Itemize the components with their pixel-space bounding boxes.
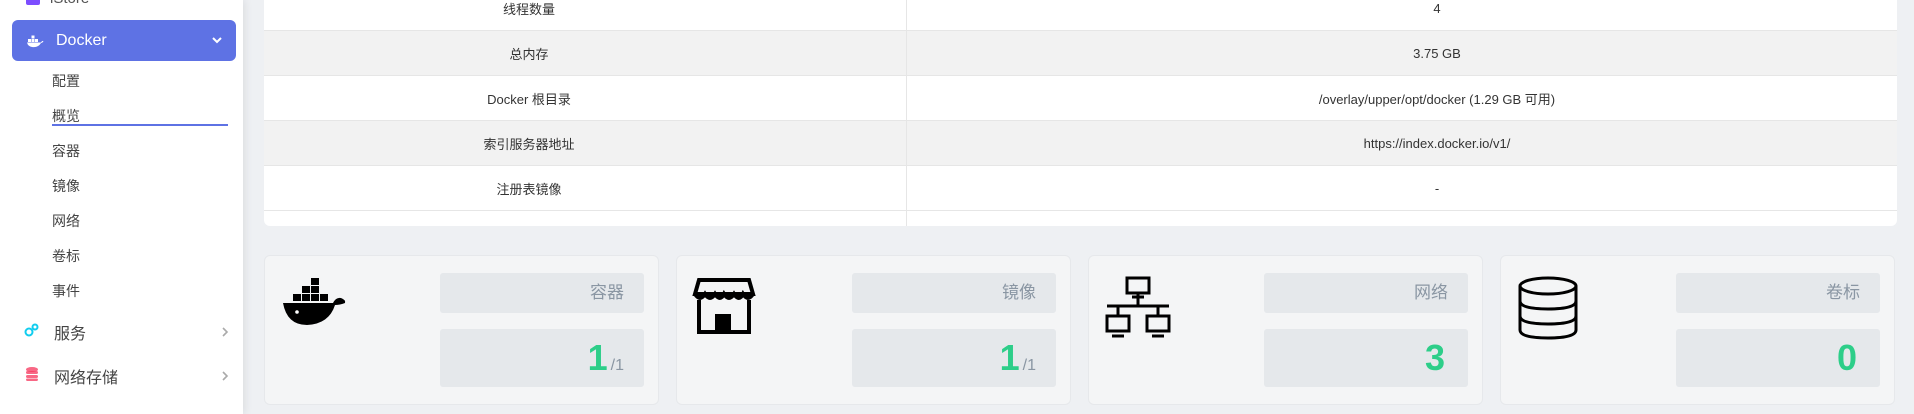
row-key: 索引服务器地址 xyxy=(483,136,575,152)
card-value: 3 xyxy=(1424,337,1445,378)
row-value: /overlay/upper/opt/docker (1.29 GB 可用) xyxy=(1318,91,1556,107)
card-value: 0 xyxy=(1836,337,1857,378)
sidebar-subitem-config[interactable]: 配置 xyxy=(52,71,80,91)
sidebar: iStore Docker 配置 概览 容器 镜像 网络 卷标 事件 xyxy=(0,0,243,414)
table-row: 线程数量 4 xyxy=(264,0,1897,31)
row-value: https://index.docker.io/v1/ xyxy=(1363,135,1511,151)
sidebar-item-label: iStore xyxy=(50,0,89,7)
database-icon xyxy=(24,366,40,387)
chevron-right-icon xyxy=(222,368,229,384)
card-value-box: 1/1 xyxy=(852,329,1056,387)
card-label: 容器 xyxy=(440,273,644,313)
sidebar-subitem-events[interactable]: 事件 xyxy=(52,281,80,301)
volumes-card[interactable]: 卷标 0 xyxy=(1500,255,1895,405)
card-value: 1 xyxy=(999,337,1020,378)
sidebar-item-label: Docker xyxy=(56,31,107,49)
sidebar-subitem-containers[interactable]: 容器 xyxy=(52,141,80,161)
card-label: 网络 xyxy=(1264,273,1468,313)
sidebar-subitem-networks[interactable]: 网络 xyxy=(52,211,80,231)
store-icon xyxy=(691,276,757,343)
docker-info-table: 线程数量 4 总内存 3.75 GB Docker 根目录 /overlay/u… xyxy=(264,0,1897,226)
row-key: 线程数量 xyxy=(502,1,555,17)
card-value-box: 0 xyxy=(1676,329,1880,387)
docker-icon xyxy=(26,34,44,48)
table-row: 索引服务器地址 https://index.docker.io/v1/ xyxy=(264,121,1897,166)
sidebar-item-network-storage[interactable]: 网络存储 xyxy=(24,364,229,388)
images-card[interactable]: 镜像 1/1 xyxy=(676,255,1071,405)
row-key: 注册表镜像 xyxy=(496,181,562,197)
chevron-down-icon xyxy=(212,37,222,44)
containers-card[interactable]: 容器 1/1 xyxy=(264,255,659,405)
card-total: /1 xyxy=(610,357,624,374)
sidebar-subitem-overview[interactable]: 概览 xyxy=(52,106,228,126)
sidebar-subitem-images[interactable]: 镜像 xyxy=(52,176,80,196)
card-total: /1 xyxy=(1022,357,1036,374)
networks-card[interactable]: 网络 3 xyxy=(1088,255,1483,405)
card-value: 1 xyxy=(587,337,608,378)
card-label: 镜像 xyxy=(852,273,1056,313)
docker-whale-icon xyxy=(279,276,349,341)
card-value-box: 1/1 xyxy=(440,329,644,387)
row-value: 4 xyxy=(1433,0,1441,16)
table-row: 注册表镜像 - xyxy=(264,166,1897,211)
sidebar-item-docker[interactable]: Docker xyxy=(12,20,236,61)
card-value-box: 3 xyxy=(1264,329,1468,387)
column-divider xyxy=(906,0,907,226)
card-label: 卷标 xyxy=(1676,273,1880,313)
istore-icon xyxy=(26,0,40,5)
sidebar-item-label: 网络存储 xyxy=(54,370,119,387)
sidebar-item-services[interactable]: 服务 xyxy=(24,320,229,344)
row-key: 总内存 xyxy=(509,46,549,62)
chevron-right-icon xyxy=(222,324,229,340)
database-icon xyxy=(1515,276,1581,345)
sidebar-subitem-volumes[interactable]: 卷标 xyxy=(52,246,80,266)
table-row: Docker 根目录 /overlay/upper/opt/docker (1.… xyxy=(264,76,1897,121)
gears-icon xyxy=(24,322,40,343)
row-key: Docker 根目录 xyxy=(487,91,571,107)
row-value: 3.75 GB xyxy=(1413,45,1461,61)
network-icon xyxy=(1103,276,1173,345)
sidebar-item-istore[interactable]: iStore xyxy=(26,0,89,8)
row-value: - xyxy=(1434,180,1440,196)
sidebar-item-label: 服务 xyxy=(54,326,87,343)
table-row: 总内存 3.75 GB xyxy=(264,31,1897,76)
